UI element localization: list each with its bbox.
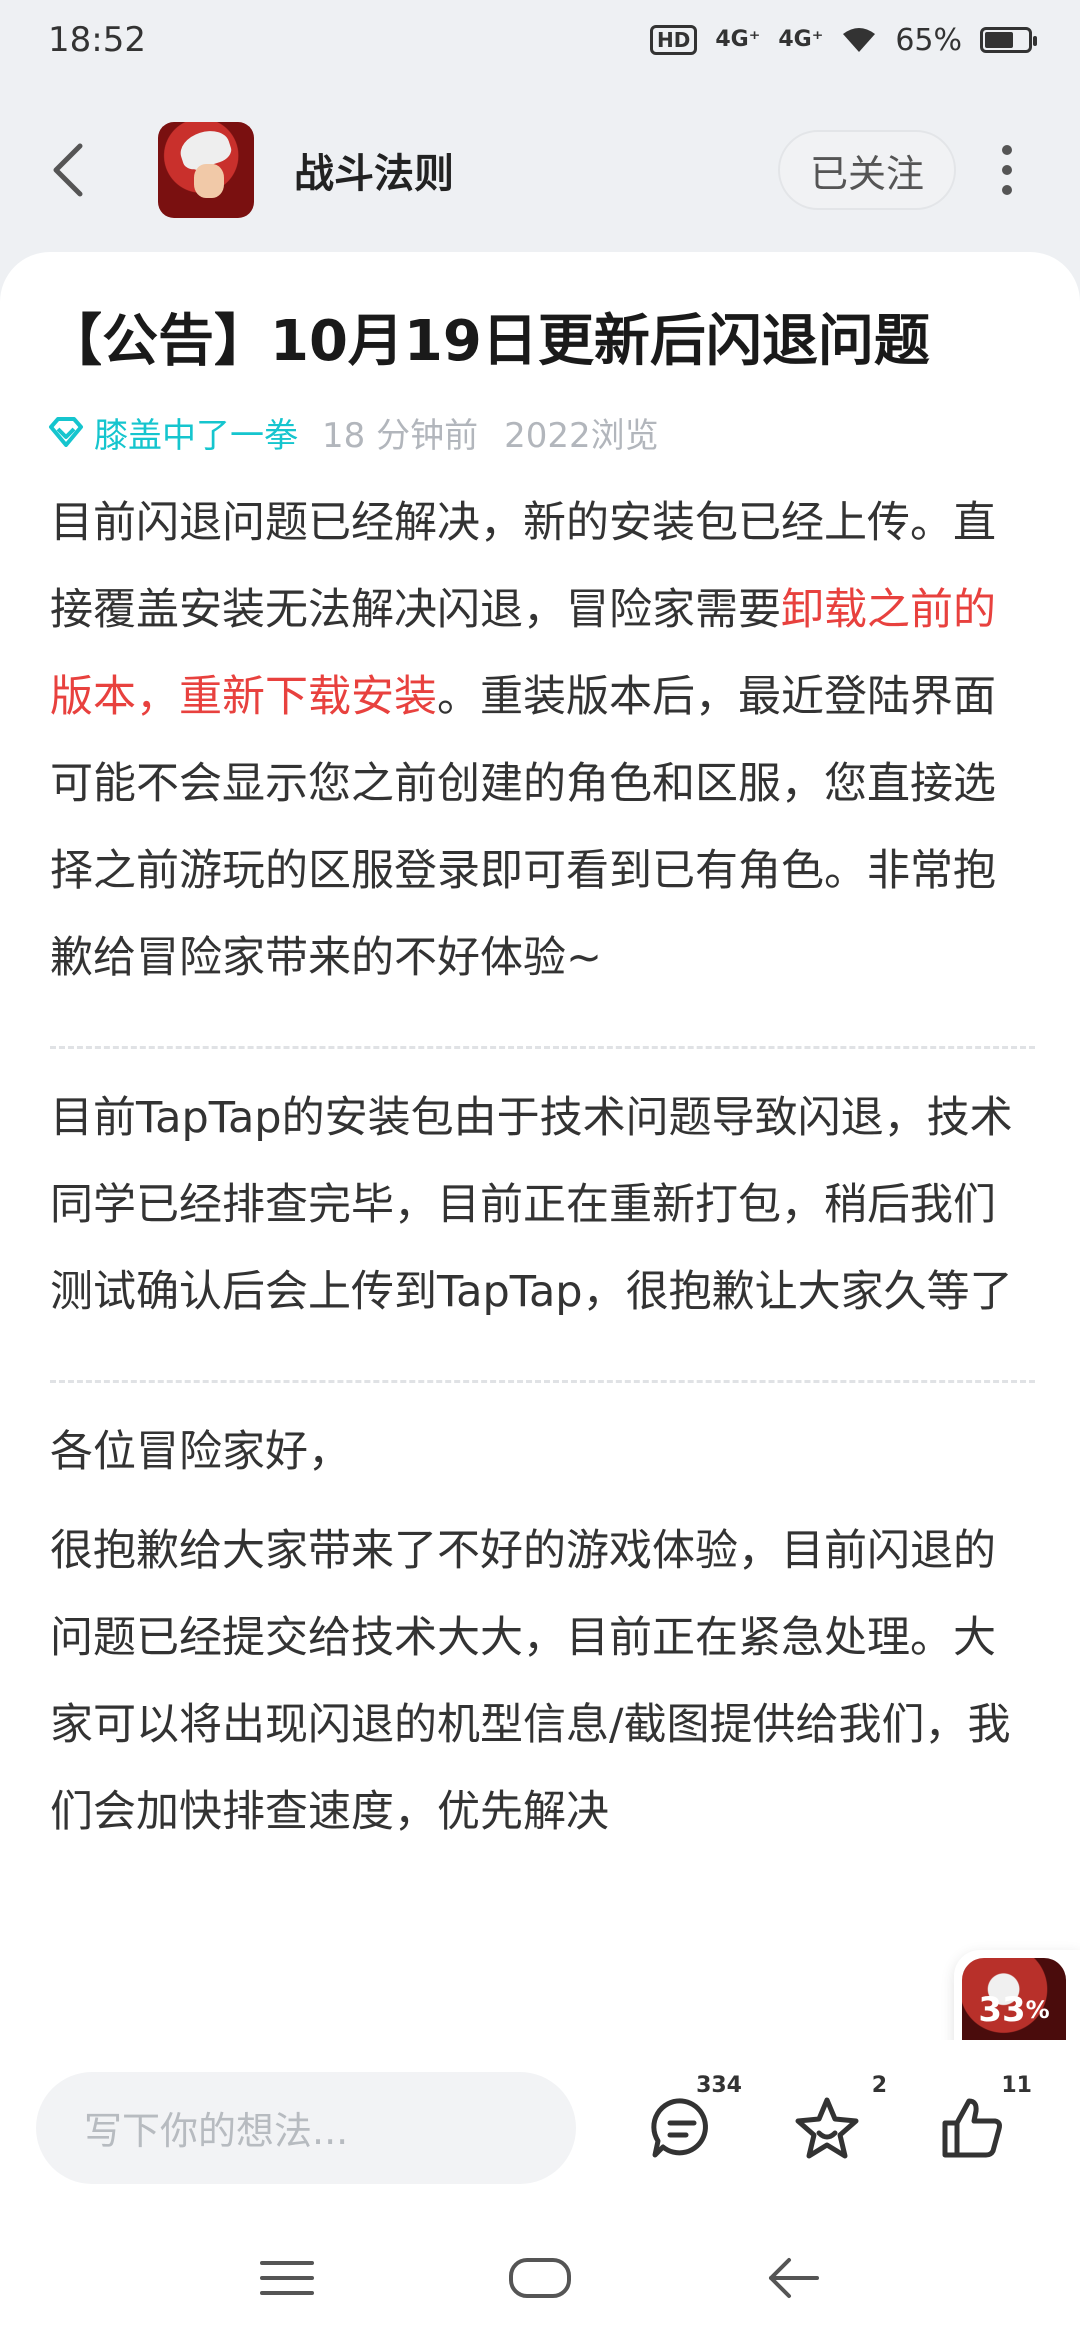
diamond-badge-icon bbox=[49, 417, 83, 447]
hd-icon: HD bbox=[650, 25, 698, 55]
favorite-button[interactable]: 2 bbox=[754, 2073, 899, 2183]
battery-icon bbox=[980, 27, 1037, 53]
author[interactable]: 膝盖中了一拳 bbox=[48, 408, 298, 457]
header: 战斗法则 已关注 bbox=[0, 100, 1080, 240]
view-count: 2022浏览 bbox=[504, 415, 659, 456]
status-icons: HD 4G⁺ 4G⁺ 65% bbox=[650, 22, 1037, 58]
bottom-action-bar: 写下你的想法... 334 2 11 bbox=[0, 2040, 1080, 2215]
favorite-count: 2 bbox=[871, 2072, 887, 2098]
download-progress-unit: % bbox=[1025, 1996, 1050, 2024]
paragraph-3: 各位冒险家好， bbox=[50, 1427, 351, 1477]
more-dot-icon bbox=[1002, 165, 1012, 175]
back-button[interactable] bbox=[48, 125, 118, 215]
like-count: 11 bbox=[1001, 2072, 1032, 2098]
post-meta: 膝盖中了一拳 18 分钟前 2022浏览 bbox=[48, 402, 659, 462]
post-title: 【公告】10月19日更新后闪退问题 bbox=[46, 309, 930, 374]
like-button[interactable]: 11 bbox=[899, 2073, 1044, 2183]
post-card: 【公告】10月19日更新后闪退问题 膝盖中了一拳 18 分钟前 2022浏览 目… bbox=[0, 252, 1080, 2040]
post-content: 目前闪退问题已经解决，新的安装包已经上传。直接覆盖安装无法解决闪退，冒险家需要卸… bbox=[50, 480, 1035, 1856]
star-icon bbox=[795, 2097, 858, 2158]
comment-icon bbox=[650, 2097, 708, 2157]
comment-count: 334 bbox=[696, 2072, 742, 2098]
comment-input[interactable]: 写下你的想法... bbox=[36, 2071, 576, 2184]
chevron-left-icon bbox=[53, 143, 83, 197]
status-bar: 18:52 HD 4G⁺ 4G⁺ 65% bbox=[0, 0, 1080, 80]
divider bbox=[50, 1046, 1035, 1049]
thumbs-up-icon bbox=[942, 2098, 1002, 2157]
download-progress: 33 bbox=[978, 1990, 1026, 2030]
wifi-icon bbox=[843, 28, 876, 52]
status-time: 18:52 bbox=[48, 20, 146, 60]
comment-button[interactable]: 334 bbox=[609, 2073, 754, 2183]
home-nav-button[interactable] bbox=[495, 2243, 585, 2313]
more-options-button[interactable] bbox=[982, 125, 1032, 215]
divider-2 bbox=[50, 1380, 1035, 1383]
home-icon bbox=[508, 2257, 571, 2298]
app-name[interactable]: 战斗法则 bbox=[294, 141, 454, 199]
author-name: 膝盖中了一拳 bbox=[94, 415, 298, 456]
system-navigation-bar bbox=[0, 2215, 1080, 2340]
back-arrow-icon bbox=[769, 2257, 820, 2298]
action-buttons: 334 2 11 bbox=[609, 2073, 1044, 2183]
paragraph-4: 很抱歉给大家带来了不好的游戏体验，目前闪退的问题已经提交给技术大大，目前正在紧急… bbox=[50, 1526, 1011, 1837]
battery-percent: 65% bbox=[895, 22, 962, 58]
menu-icon bbox=[259, 2260, 314, 2295]
follow-button[interactable]: 已关注 bbox=[777, 130, 956, 210]
signal-icon-2: 4G⁺ bbox=[778, 27, 824, 52]
more-dot-icon bbox=[1002, 185, 1012, 195]
signal-icon: 4G⁺ bbox=[715, 27, 761, 52]
menu-nav-button[interactable] bbox=[242, 2243, 332, 2313]
more-dot-icon bbox=[1002, 145, 1012, 155]
back-nav-button[interactable] bbox=[748, 2243, 838, 2313]
paragraph-2: 目前TapTap的安装包由于技术问题导致闪退，技术同学已经排查完毕，目前正在重新… bbox=[50, 1093, 1013, 1317]
paragraph-1: 目前闪退问题已经解决，新的安装包已经上传。直接覆盖安装无法解决闪退，冒险家需要卸… bbox=[50, 480, 1035, 1002]
app-icon[interactable] bbox=[158, 122, 254, 218]
post-time: 18 分钟前 bbox=[322, 415, 479, 456]
